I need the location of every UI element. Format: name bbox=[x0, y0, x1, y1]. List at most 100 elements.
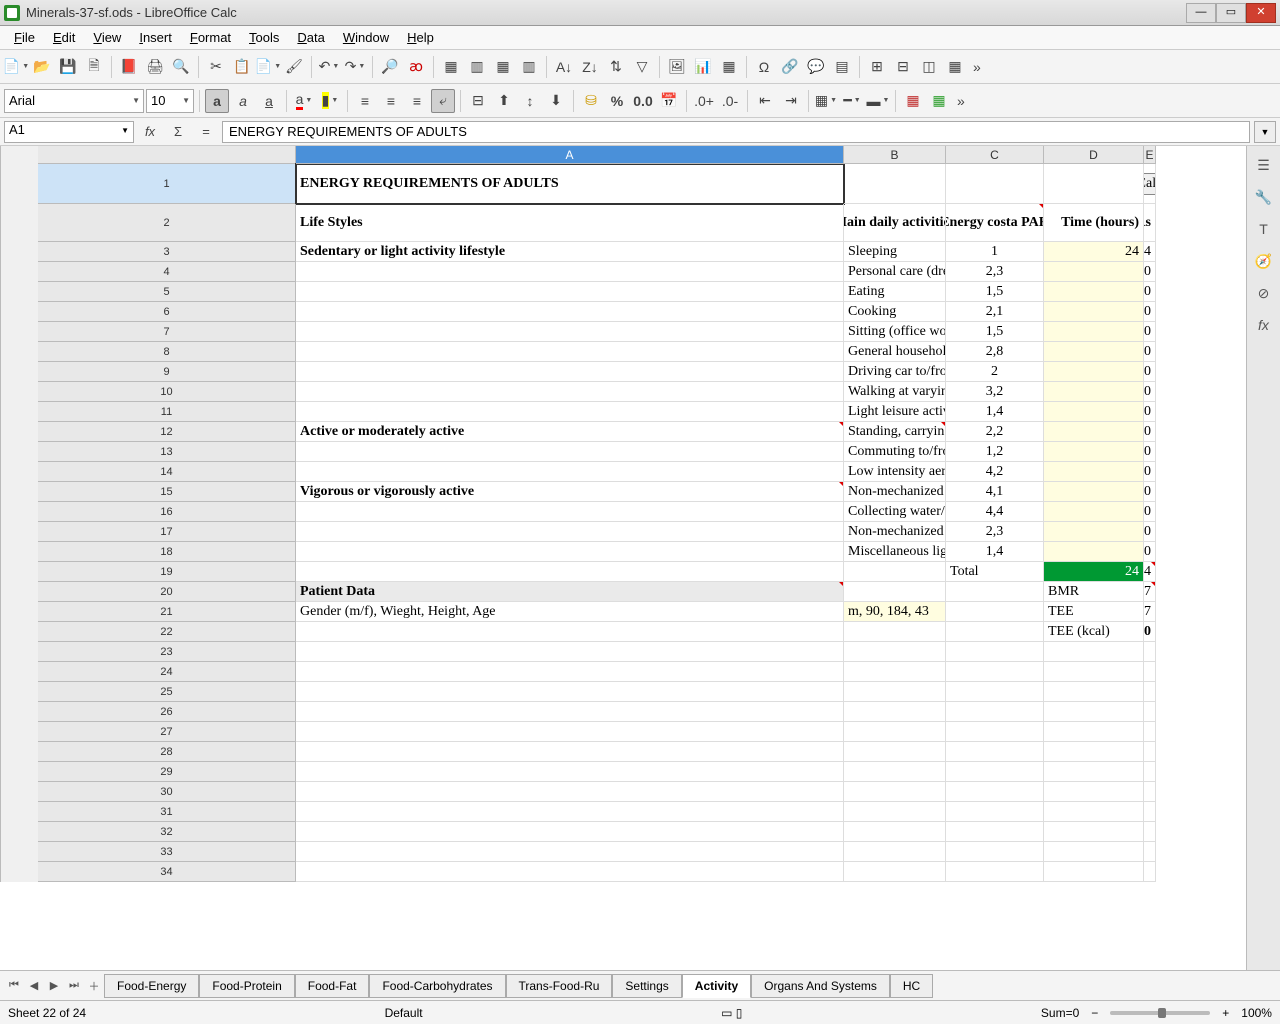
currency-icon[interactable]: ⛁ bbox=[579, 89, 603, 113]
cell-A20[interactable]: Patient Data bbox=[296, 582, 844, 602]
split-icon[interactable]: ⊟ bbox=[891, 55, 915, 79]
cell-E16[interactable]: 0 bbox=[1144, 502, 1156, 522]
tab-first-icon[interactable]: ⏮ bbox=[4, 976, 24, 996]
cell-C2[interactable]: Energy costa PAR bbox=[946, 204, 1044, 242]
row-header-24[interactable]: 24 bbox=[38, 662, 296, 682]
spellcheck-icon[interactable]: ꜵ bbox=[404, 55, 428, 79]
cell-C4[interactable]: 2,3 bbox=[946, 262, 1044, 282]
cell-D21[interactable]: TEE bbox=[1044, 602, 1144, 622]
cell-C6[interactable]: 2,1 bbox=[946, 302, 1044, 322]
spreadsheet-area[interactable]: ABCDE1ENERGY REQUIREMENTS OF ADULTSCalc2… bbox=[0, 146, 1246, 970]
cell-B23[interactable] bbox=[844, 642, 946, 662]
fmt-more-icon[interactable]: » bbox=[953, 89, 969, 113]
row-header-12[interactable]: 12 bbox=[38, 422, 296, 442]
cell-E15[interactable]: 0 bbox=[1144, 482, 1156, 502]
cell-A29[interactable] bbox=[296, 762, 844, 782]
cell-B18[interactable]: Miscellaneous light leisure activities bbox=[844, 542, 946, 562]
cell-D26[interactable] bbox=[1044, 702, 1144, 722]
cell-E18[interactable]: 0 bbox=[1144, 542, 1156, 562]
cell-A4[interactable] bbox=[296, 262, 844, 282]
cell-A11[interactable] bbox=[296, 402, 844, 422]
column-header-A[interactable]: A bbox=[296, 146, 844, 164]
menu-edit[interactable]: Edit bbox=[45, 27, 83, 48]
cell-B5[interactable]: Eating bbox=[844, 282, 946, 302]
row-header-16[interactable]: 16 bbox=[38, 502, 296, 522]
undo-icon[interactable]: ↶▼ bbox=[317, 55, 341, 79]
cell-E12[interactable]: 0 bbox=[1144, 422, 1156, 442]
tab-add-icon[interactable]: ＋ bbox=[84, 976, 104, 996]
row-header-25[interactable]: 25 bbox=[38, 682, 296, 702]
column-header-B[interactable]: B bbox=[844, 146, 946, 164]
cell-A10[interactable] bbox=[296, 382, 844, 402]
sheet-tab-food-energy[interactable]: Food-Energy bbox=[104, 974, 199, 998]
cell-B8[interactable]: General household work bbox=[844, 342, 946, 362]
cell-E33[interactable] bbox=[1144, 842, 1156, 862]
cell-C17[interactable]: 2,3 bbox=[946, 522, 1044, 542]
comment-icon[interactable]: 💬 bbox=[804, 55, 828, 79]
row-header-11[interactable]: 11 bbox=[38, 402, 296, 422]
cell-E25[interactable] bbox=[1144, 682, 1156, 702]
sidebar-gallery-icon[interactable]: T bbox=[1251, 216, 1277, 242]
menu-format[interactable]: Format bbox=[182, 27, 239, 48]
cell-A18[interactable] bbox=[296, 542, 844, 562]
delete-row-icon[interactable]: ▦ bbox=[491, 55, 515, 79]
date-icon[interactable]: 📅 bbox=[657, 89, 681, 113]
cond-format-icon[interactable]: ▦ bbox=[901, 89, 925, 113]
cell-C30[interactable] bbox=[946, 782, 1044, 802]
underline-icon[interactable]: a bbox=[257, 89, 281, 113]
formula-input[interactable]: ENERGY REQUIREMENTS OF ADULTS bbox=[222, 121, 1250, 143]
close-button[interactable]: ✕ bbox=[1246, 3, 1276, 23]
zoom-in-icon[interactable]: + bbox=[1222, 1006, 1229, 1020]
cell-E11[interactable]: 0 bbox=[1144, 402, 1156, 422]
zoom-slider[interactable] bbox=[1110, 1011, 1210, 1015]
row-header-10[interactable]: 10 bbox=[38, 382, 296, 402]
cell-A33[interactable] bbox=[296, 842, 844, 862]
add-decimal-icon[interactable]: .0+ bbox=[692, 89, 716, 113]
formula-expand-icon[interactable]: ▼ bbox=[1254, 121, 1276, 143]
cell-B19[interactable] bbox=[844, 562, 946, 582]
row-header-13[interactable]: 13 bbox=[38, 442, 296, 462]
cell-B9[interactable]: Driving car to/from work bbox=[844, 362, 946, 382]
function-wizard-icon[interactable]: fx bbox=[138, 121, 162, 143]
row-header-4[interactable]: 4 bbox=[38, 262, 296, 282]
cell-A19[interactable] bbox=[296, 562, 844, 582]
cell-E21[interactable]: 8,07 bbox=[1144, 602, 1156, 622]
cell-E29[interactable] bbox=[1144, 762, 1156, 782]
column-header-D[interactable]: D bbox=[1044, 146, 1144, 164]
cell-A32[interactable] bbox=[296, 822, 844, 842]
cell-D14[interactable] bbox=[1044, 462, 1144, 482]
row-header-18[interactable]: 18 bbox=[38, 542, 296, 562]
row-header-7[interactable]: 7 bbox=[38, 322, 296, 342]
find-icon[interactable]: 🔎 bbox=[378, 55, 402, 79]
cell-D13[interactable] bbox=[1044, 442, 1144, 462]
cell-D10[interactable] bbox=[1044, 382, 1144, 402]
cell-A1[interactable]: ENERGY REQUIREMENTS OF ADULTS bbox=[296, 164, 844, 204]
cell-B3[interactable]: Sleeping bbox=[844, 242, 946, 262]
row-header-5[interactable]: 5 bbox=[38, 282, 296, 302]
export-pdf-icon[interactable]: 📕 bbox=[117, 55, 141, 79]
cell-D2[interactable]: Time (hours) bbox=[1044, 204, 1144, 242]
headers-icon[interactable]: ▤ bbox=[830, 55, 854, 79]
cell-C19[interactable]: Total bbox=[946, 562, 1044, 582]
cell-A15[interactable]: Vigorous or vigorously active bbox=[296, 482, 844, 502]
cell-C10[interactable]: 3,2 bbox=[946, 382, 1044, 402]
border-color-icon[interactable]: ▬▼ bbox=[866, 89, 890, 113]
cell-D16[interactable] bbox=[1044, 502, 1144, 522]
select-all-corner[interactable] bbox=[38, 146, 296, 164]
row-header-29[interactable]: 29 bbox=[38, 762, 296, 782]
row-header-15[interactable]: 15 bbox=[38, 482, 296, 502]
cell-C26[interactable] bbox=[946, 702, 1044, 722]
cell-E10[interactable]: 0 bbox=[1144, 382, 1156, 402]
sheet-tab-activity[interactable]: Activity bbox=[682, 974, 751, 998]
menu-help[interactable]: Help bbox=[399, 27, 442, 48]
cell-E34[interactable] bbox=[1144, 862, 1156, 882]
cell-C24[interactable] bbox=[946, 662, 1044, 682]
print-icon[interactable]: 🖨 bbox=[143, 55, 167, 79]
row-header-3[interactable]: 3 bbox=[38, 242, 296, 262]
cell-B33[interactable] bbox=[844, 842, 946, 862]
function-icon[interactable]: = bbox=[194, 121, 218, 143]
cell-B14[interactable]: Low intensity aerobic exercise bbox=[844, 462, 946, 482]
cell-D20[interactable]: BMR bbox=[1044, 582, 1144, 602]
cell-D25[interactable] bbox=[1044, 682, 1144, 702]
cell-C27[interactable] bbox=[946, 722, 1044, 742]
